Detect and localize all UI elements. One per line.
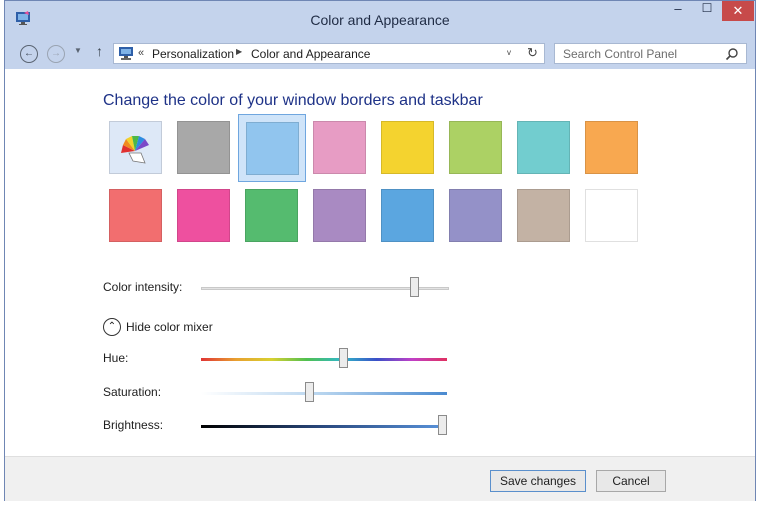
content-area: Change the color of your window borders … <box>5 69 755 456</box>
color-swatch-blue[interactable] <box>374 182 442 250</box>
color-swatch-fill[interactable] <box>109 189 162 242</box>
color-swatch-pink[interactable] <box>306 114 374 182</box>
color-swatch-fill[interactable] <box>246 122 299 175</box>
color-swatch-emerald[interactable] <box>238 182 306 250</box>
color-swatch-lavender[interactable] <box>306 182 374 250</box>
save-changes-button[interactable]: Save changes <box>490 470 586 492</box>
color-swatch-fill[interactable] <box>585 189 638 242</box>
hue-track[interactable] <box>201 358 447 361</box>
recent-locations-dropdown[interactable]: ▼ <box>74 46 82 55</box>
color-swatch-fill[interactable] <box>585 121 638 174</box>
color-swatch-fill[interactable] <box>245 189 298 242</box>
brightness-thumb[interactable] <box>437 415 447 435</box>
chevron-up-icon[interactable]: ⌃ <box>103 318 121 336</box>
saturation-track[interactable] <box>201 392 447 395</box>
saturation-thumb[interactable] <box>304 382 314 402</box>
cancel-button[interactable]: Cancel <box>596 470 666 492</box>
color-swatch-periwinkle[interactable] <box>442 182 510 250</box>
footer-bar: Save changes Cancel <box>5 456 755 501</box>
color-swatch-fill[interactable] <box>517 121 570 174</box>
breadcrumb-separator-icon[interactable]: ▶ <box>236 47 242 56</box>
brightness-label: Brightness: <box>103 418 164 432</box>
navigation-bar: ← → ▼ ↑ « Personalization ▶ Color and Ap… <box>5 37 755 69</box>
forward-button[interactable]: → <box>47 45 65 63</box>
color-swatch-white[interactable] <box>578 182 646 250</box>
color-intensity-label: Color intensity: <box>103 280 183 294</box>
window: Color and Appearance ‒ ☐ ✕ ← → ▼ ↑ « Per… <box>4 0 756 501</box>
color-swatch-yellow[interactable] <box>374 114 442 182</box>
color-swatch-fill[interactable] <box>177 189 230 242</box>
color-swatch-taupe[interactable] <box>510 182 578 250</box>
color-swatch-automatic[interactable] <box>102 114 170 182</box>
control-panel-icon <box>119 47 133 60</box>
color-swatch-fill[interactable] <box>313 121 366 174</box>
title-bar[interactable]: Color and Appearance ‒ ☐ ✕ <box>5 1 755 37</box>
breadcrumb-overflow[interactable]: « <box>138 47 144 59</box>
address-dropdown-button[interactable]: v <box>507 48 511 57</box>
hide-color-mixer-label[interactable]: Hide color mixer <box>126 320 213 334</box>
back-button[interactable]: ← <box>20 45 38 63</box>
color-swatch-fill[interactable] <box>381 189 434 242</box>
breadcrumb-color-and-appearance[interactable]: Color and Appearance <box>251 47 370 61</box>
color-swatch-magenta[interactable] <box>170 182 238 250</box>
color-swatch-fill[interactable] <box>381 121 434 174</box>
color-swatch-fill[interactable] <box>177 121 230 174</box>
color-swatch-fill[interactable] <box>313 189 366 242</box>
search-input[interactable]: Search Control Panel <box>554 43 747 64</box>
color-swatch-green[interactable] <box>442 114 510 182</box>
window-title: Color and Appearance <box>310 12 450 28</box>
color-swatch-teal[interactable] <box>510 114 578 182</box>
color-swatch-fill[interactable] <box>449 121 502 174</box>
minimize-button[interactable]: ‒ <box>665 1 691 21</box>
color-palette-icon <box>121 136 149 164</box>
color-swatch-sky[interactable] <box>238 114 306 182</box>
search-icon[interactable] <box>725 47 739 61</box>
hue-thumb[interactable] <box>339 348 349 368</box>
color-intensity-thumb[interactable] <box>409 277 419 297</box>
color-swatch-gray[interactable] <box>170 114 238 182</box>
color-swatch-orange[interactable] <box>578 114 646 182</box>
saturation-label: Saturation: <box>103 385 162 399</box>
brightness-track[interactable] <box>201 425 447 428</box>
color-swatch-fill[interactable] <box>109 121 162 174</box>
close-button[interactable]: ✕ <box>722 1 754 21</box>
maximize-button[interactable]: ☐ <box>694 1 720 21</box>
color-swatch-fill[interactable] <box>449 189 502 242</box>
up-button[interactable]: ↑ <box>96 43 103 59</box>
color-swatch-fill[interactable] <box>517 189 570 242</box>
hue-label: Hue: <box>103 351 129 365</box>
breadcrumb-personalization[interactable]: Personalization <box>152 47 234 61</box>
refresh-button[interactable]: ↻ <box>527 45 538 61</box>
color-swatch-red[interactable] <box>102 182 170 250</box>
address-bar[interactable]: « Personalization ▶ Color and Appearance… <box>113 43 545 64</box>
page-heading: Change the color of your window borders … <box>103 92 483 109</box>
search-placeholder: Search Control Panel <box>563 47 678 61</box>
